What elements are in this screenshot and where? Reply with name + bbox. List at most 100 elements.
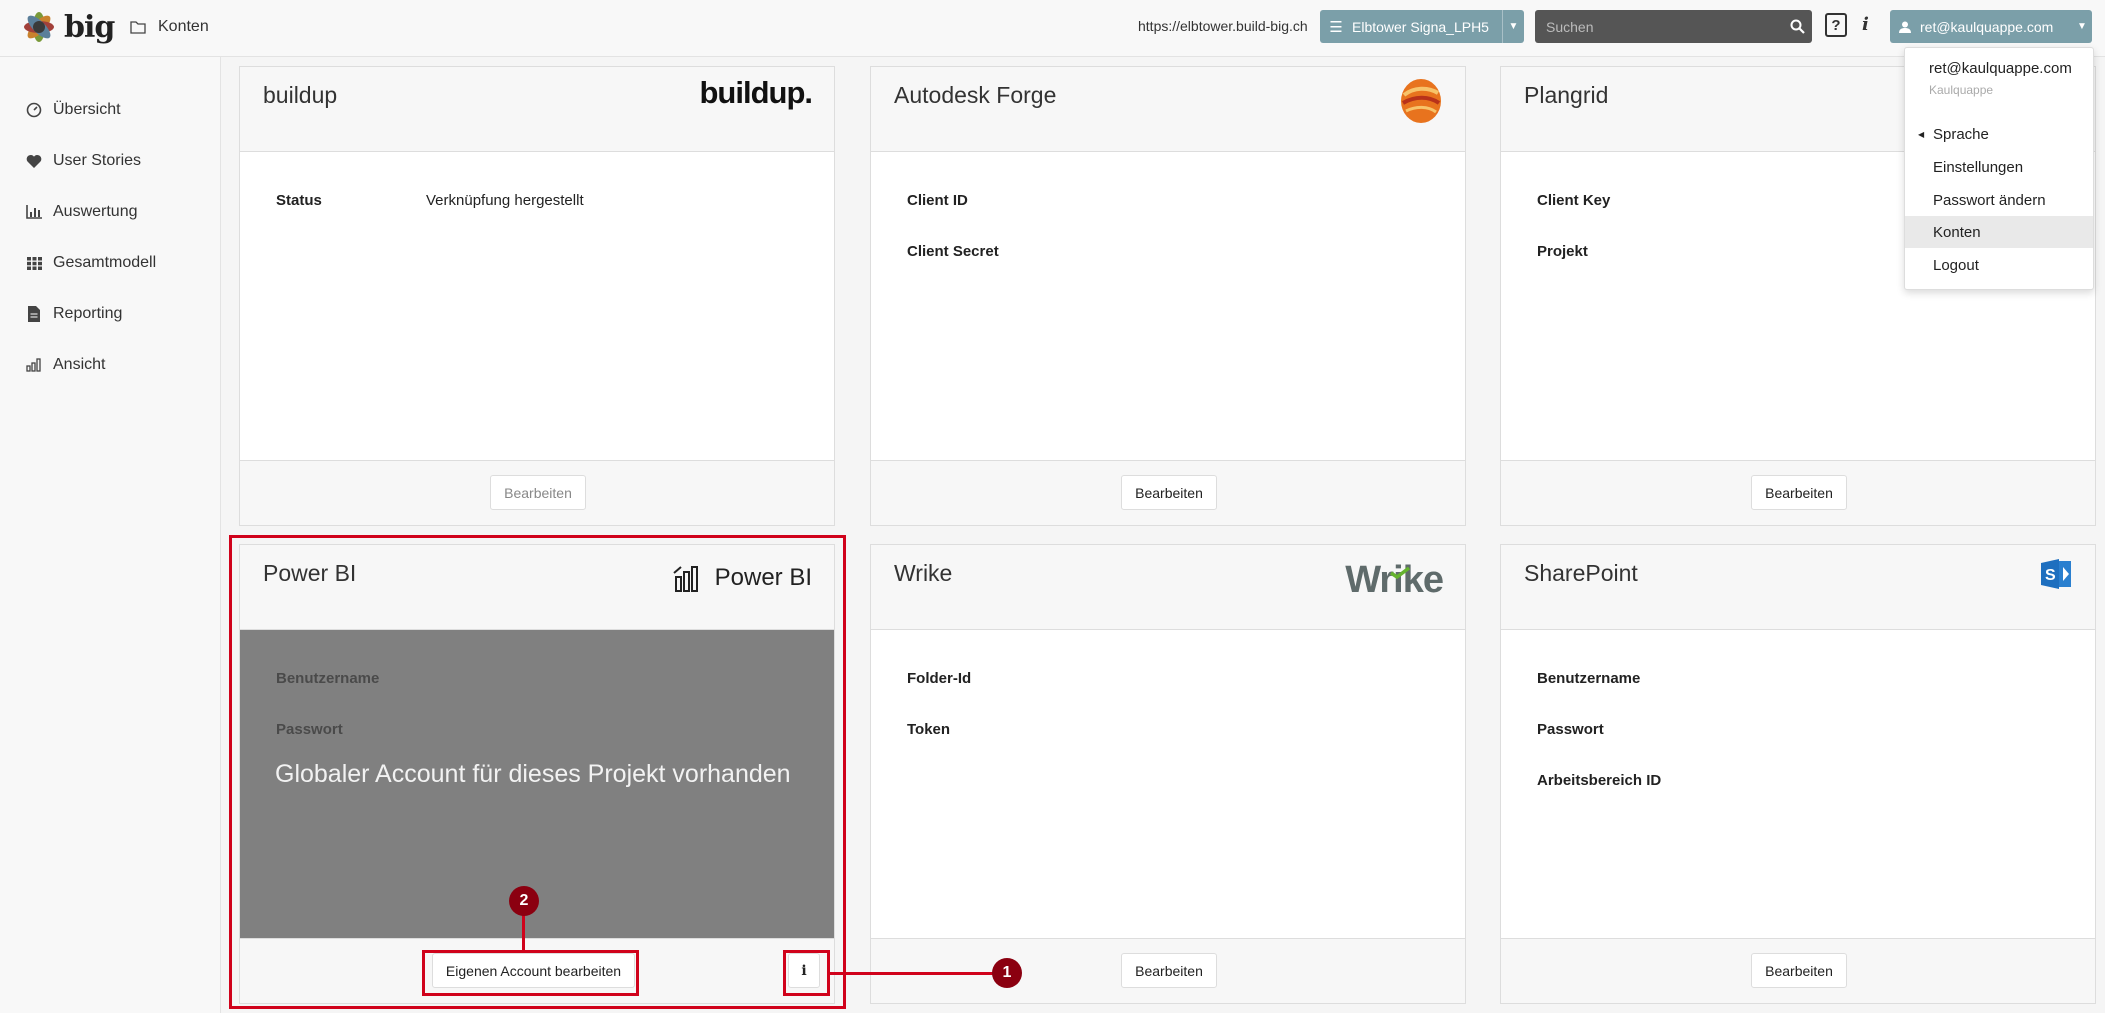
menu-item-label: Passwort ändern — [1933, 191, 2046, 209]
sidebar-item-label: Auswertung — [53, 203, 138, 220]
edit-button[interactable]: Bearbeiten — [1751, 953, 1847, 988]
card-header: Autodesk Forge — [871, 67, 1465, 152]
card-body: Status Verknüpfung hergestellt — [240, 152, 834, 462]
card-autodesk-forge: Autodesk Forge Client ID Client Secret B… — [870, 66, 1466, 526]
card-body: Client ID Client Secret — [871, 152, 1465, 462]
sharepoint-logo-icon: S — [2041, 559, 2071, 589]
field-label: Client ID — [907, 192, 968, 209]
sidebar-item-label: Ansicht — [53, 356, 106, 373]
field-label: Client Key — [1537, 192, 1611, 209]
svg-text:S: S — [2045, 567, 2056, 584]
sidebar-item-label: Gesamtmodell — [53, 254, 157, 271]
card-title: Wrike — [894, 560, 953, 586]
edit-button[interactable]: Bearbeiten — [1121, 953, 1217, 988]
status-value: Verknüpfung hergestellt — [426, 192, 584, 209]
logo-text: big — [64, 9, 115, 45]
view-chart-icon — [26, 357, 42, 373]
sidebar-item-uebersicht[interactable]: Übersicht — [26, 101, 121, 119]
chevron-down-icon[interactable]: ▼ — [1502, 10, 1524, 43]
sidebar-item-label: User Stories — [53, 152, 142, 169]
autodesk-forge-logo-icon — [1401, 79, 1441, 123]
wrike-logo-text: Wrike — [1345, 559, 1444, 601]
page-title: Konten — [158, 18, 209, 35]
sidebar-item-ansicht[interactable]: Ansicht — [26, 356, 105, 374]
menu-item-sprache[interactable]: ◀ Sprache — [1905, 118, 2093, 150]
card-footer: Bearbeiten — [871, 460, 1465, 525]
callout-line-2 — [522, 913, 525, 950]
field-label: Projekt — [1537, 243, 1588, 260]
grid-icon — [26, 255, 42, 271]
card-body: Benutzername Passwort Arbeitsbereich ID — [1501, 630, 2095, 940]
card-sharepoint: SharePoint S Benutzername Passwort Arbei… — [1500, 544, 2096, 1004]
user-dropdown-menu: ret@kaulquappe.com Kaulquappe ◀ Sprache … — [1904, 47, 2094, 290]
card-footer: Bearbeiten — [1501, 938, 2095, 1003]
field-label: Arbeitsbereich ID — [1537, 772, 1662, 789]
callout-badge-2: 2 — [509, 886, 539, 916]
folder-icon — [130, 21, 146, 34]
edit-button[interactable]: Bearbeiten — [1751, 475, 1847, 510]
user-menu-button[interactable]: ret@kaulquappe.com ▼ — [1890, 10, 2092, 43]
highlight-power-bi-card — [229, 535, 846, 1009]
wrike-check-icon — [1390, 567, 1411, 579]
buildup-logo: buildup. — [699, 75, 813, 110]
caret-left-icon: ◀ — [1918, 129, 1925, 139]
edit-button[interactable]: Bearbeiten — [490, 475, 586, 510]
menu-item-logout[interactable]: Logout — [1905, 249, 2093, 281]
menu-item-label: Logout — [1933, 256, 1979, 274]
sidebar-item-auswertung[interactable]: Auswertung — [26, 203, 138, 221]
menu-icon: ☰ — [1329, 18, 1343, 36]
callout-line-1 — [830, 972, 993, 975]
bar-chart-icon — [26, 204, 42, 220]
info-button[interactable]: i — [1862, 14, 1869, 35]
breadcrumb: Konten — [130, 18, 209, 36]
project-selector[interactable]: ☰ Elbtower Signa_LPH5 ▼ — [1320, 10, 1524, 43]
card-body: Folder-Id Token — [871, 630, 1465, 940]
sidebar-item-reporting[interactable]: Reporting — [26, 305, 122, 323]
sidebar-item-label: Übersicht — [53, 101, 121, 118]
field-label: Passwort — [1537, 721, 1604, 738]
sidebar-item-gesamtmodell[interactable]: Gesamtmodell — [26, 254, 156, 272]
card-footer: Bearbeiten — [1501, 460, 2095, 525]
highlight-info-button — [783, 950, 830, 996]
menu-item-passwort-aendern[interactable]: Passwort ändern — [1905, 184, 2093, 216]
card-footer: Bearbeiten — [871, 938, 1465, 1003]
search-icon[interactable] — [1782, 19, 1812, 34]
sidebar-item-label: Reporting — [53, 305, 123, 322]
user-icon — [1890, 21, 1920, 33]
document-icon — [26, 306, 42, 322]
highlight-edit-own-account — [422, 950, 639, 996]
chevron-down-icon: ▼ — [2077, 21, 2087, 32]
field-label: Folder-Id — [907, 670, 972, 687]
user-email: ret@kaulquappe.com — [1920, 18, 2054, 35]
card-title: Plangrid — [1524, 82, 1609, 108]
card-wrike: Wrike Wrike Folder-Id Token Bearbeiten — [870, 544, 1466, 1004]
menu-user-org: Kaulquappe — [1929, 83, 1994, 97]
top-bar: big Konten https://elbtower.build-big.ch… — [0, 0, 2105, 57]
edit-button[interactable]: Bearbeiten — [1121, 475, 1217, 510]
menu-item-einstellungen[interactable]: Einstellungen — [1905, 151, 2093, 183]
wrike-logo: Wrike — [1345, 559, 1444, 602]
card-title: Autodesk Forge — [894, 82, 1057, 108]
dashboard-icon — [26, 102, 42, 118]
menu-item-konten[interactable]: Konten — [1905, 216, 2093, 248]
flower-logo-icon — [24, 12, 54, 42]
app-logo[interactable]: big — [18, 5, 115, 49]
menu-item-label: Einstellungen — [1933, 158, 2024, 176]
heart-icon — [26, 153, 42, 169]
sidebar: Übersicht User Stories Auswertung Gesamt… — [0, 57, 221, 1013]
card-header: Wrike Wrike — [871, 545, 1465, 630]
card-header: SharePoint S — [1501, 545, 2095, 630]
field-label: Status — [276, 192, 322, 209]
field-label: Benutzername — [1537, 670, 1641, 687]
project-name: Elbtower Signa_LPH5 — [1352, 18, 1489, 35]
card-title: buildup — [263, 82, 338, 108]
menu-user-email: ret@kaulquappe.com — [1929, 60, 2072, 77]
search-input[interactable] — [1535, 18, 1782, 35]
menu-item-label: Sprache — [1933, 125, 1989, 143]
card-title: SharePoint — [1524, 560, 1638, 586]
sidebar-item-user-stories[interactable]: User Stories — [26, 152, 141, 170]
card-header: buildup buildup. — [240, 67, 834, 152]
help-button[interactable]: ? — [1825, 13, 1847, 37]
field-label: Token — [907, 721, 951, 738]
menu-item-label: Konten — [1933, 223, 1981, 241]
